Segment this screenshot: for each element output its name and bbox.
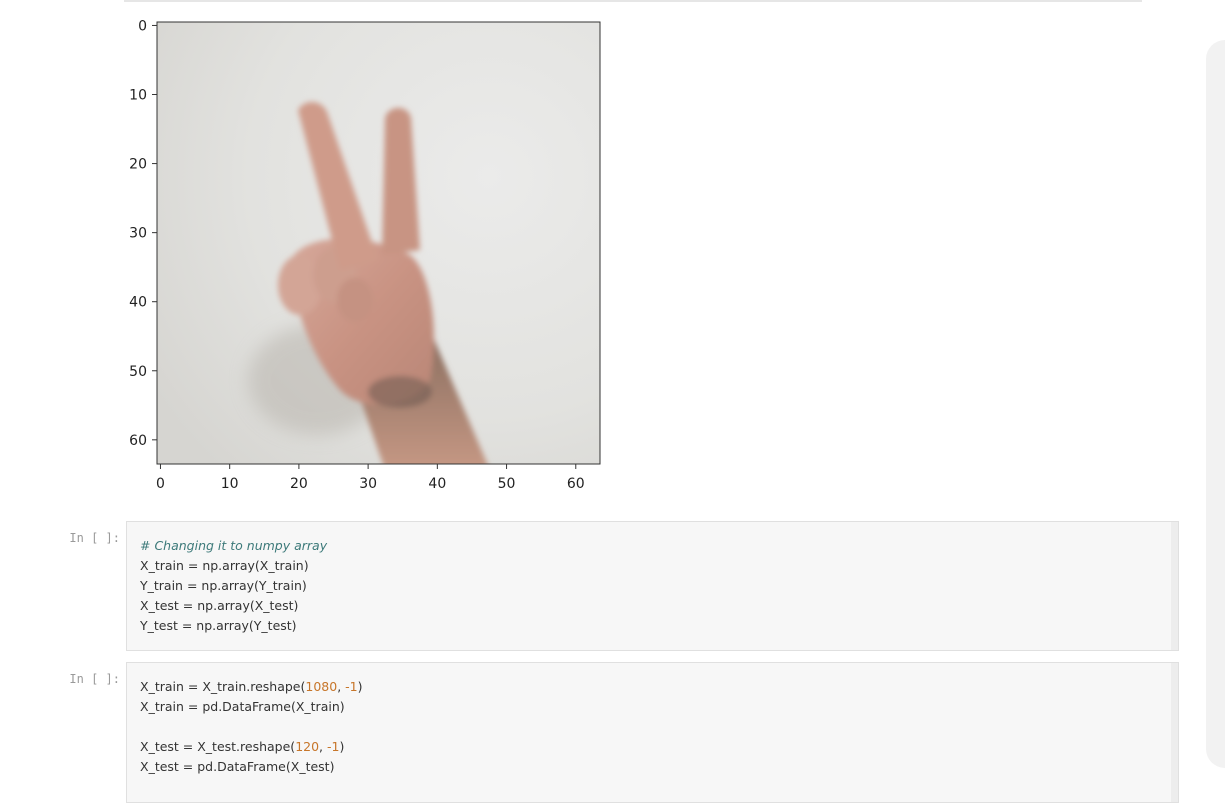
code-text: ) <box>339 739 345 754</box>
code-comment: # Changing it to numpy array <box>140 538 328 553</box>
code-line: X_train = X_train.reshape(1080, -1) <box>140 677 363 697</box>
editor-scroll-strip[interactable] <box>1171 522 1178 650</box>
code-text: X_train = pd.DataFrame(X_train) <box>140 699 345 714</box>
y-tick-label: 20 <box>129 157 147 173</box>
code-text: Y_train = np.array(Y_train) <box>140 578 307 593</box>
code-text: X_test = X_test.reshape( <box>140 739 296 754</box>
code-input-area[interactable]: X_train = X_train.reshape(1080, -1) X_tra… <box>126 662 1179 803</box>
x-axis: 0 10 20 30 40 50 60 <box>156 464 585 492</box>
code-line: X_test = np.array(X_test) <box>140 596 327 616</box>
code-line: X_test = X_test.reshape(120, -1) <box>140 737 363 757</box>
code-cell-2: In [ ]: X_train = X_train.reshape(1080, … <box>0 661 1225 803</box>
code-line: Y_train = np.array(Y_train) <box>140 576 327 596</box>
code-cell-1: In [ ]: # Changing it to numpy array X_tr… <box>0 520 1225 651</box>
x-tick-label: 20 <box>290 476 308 492</box>
code-number: -1 <box>345 679 358 694</box>
code-line: X_train = np.array(X_train) <box>140 556 327 576</box>
y-tick-label: 0 <box>138 18 147 34</box>
code-text: X_test = pd.DataFrame(X_test) <box>140 759 335 774</box>
x-tick-label: 50 <box>498 476 516 492</box>
code-editor[interactable]: X_train = X_train.reshape(1080, -1) X_tra… <box>140 677 363 777</box>
code-text: Y_test = np.array(Y_test) <box>140 618 297 633</box>
code-text: X_test = np.array(X_test) <box>140 598 299 613</box>
y-tick-label: 50 <box>129 364 147 380</box>
code-number: 1080 <box>305 679 338 694</box>
code-line: X_test = pd.DataFrame(X_test) <box>140 757 363 777</box>
code-text: , <box>337 679 346 694</box>
y-tick-label: 40 <box>129 295 147 311</box>
x-tick-label: 0 <box>156 476 165 492</box>
imshow-plot: 0 10 20 30 40 50 60 0 10 20 30 40 50 60 <box>129 18 601 492</box>
y-axis: 0 10 20 30 40 50 60 <box>129 18 157 449</box>
code-line: Y_test = np.array(Y_test) <box>140 616 327 636</box>
y-tick-label: 10 <box>129 88 147 104</box>
code-text: X_train = np.array(X_train) <box>140 558 309 573</box>
cell-prompt: In [ ]: <box>69 531 120 545</box>
code-number: 120 <box>295 739 320 754</box>
x-tick-label: 60 <box>567 476 585 492</box>
x-tick-label: 10 <box>221 476 239 492</box>
code-editor[interactable]: # Changing it to numpy array X_train = np… <box>140 536 327 636</box>
editor-scroll-strip[interactable] <box>1171 663 1178 802</box>
code-input-area[interactable]: # Changing it to numpy array X_train = np… <box>126 521 1179 651</box>
x-tick-label: 30 <box>359 476 377 492</box>
y-tick-label: 60 <box>129 433 147 449</box>
code-line: # Changing it to numpy array <box>140 536 327 556</box>
image-area <box>156 21 601 465</box>
code-text: ) <box>357 679 363 694</box>
y-tick-label: 30 <box>129 226 147 242</box>
code-number: -1 <box>327 739 340 754</box>
x-tick-label: 40 <box>428 476 446 492</box>
code-text: X_train = X_train.reshape( <box>140 679 306 694</box>
code-line: X_train = pd.DataFrame(X_train) <box>140 697 363 717</box>
cell-prompt: In [ ]: <box>69 672 120 686</box>
code-text: , <box>319 739 327 754</box>
